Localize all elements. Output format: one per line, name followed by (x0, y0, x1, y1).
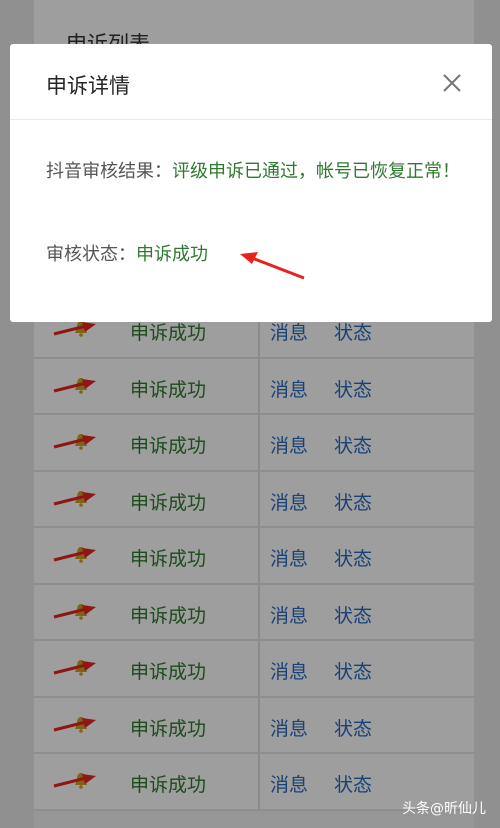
review-result: 抖音审核结果：评级申诉已通过，帐号已恢复正常！ (46, 156, 466, 187)
review-status-value: 申诉成功 (136, 244, 208, 265)
close-icon[interactable] (442, 73, 462, 93)
appeal-detail-modal: 申诉详情 抖音审核结果：评级申诉已通过，帐号已恢复正常！ 审核状态：申诉成功 (10, 44, 492, 322)
review-status-label: 审核状态： (46, 244, 136, 265)
modal-title: 申诉详情 (46, 74, 130, 98)
review-result-label: 抖音审核结果： (46, 161, 172, 182)
modal-header: 申诉详情 (10, 44, 492, 120)
watermark: 头条@昕仙儿 (402, 801, 486, 817)
annotation-arrow-icon (240, 252, 305, 280)
review-status: 审核状态：申诉成功 (46, 240, 208, 266)
review-result-value: 评级申诉已通过，帐号已恢复正常！ (172, 161, 460, 182)
